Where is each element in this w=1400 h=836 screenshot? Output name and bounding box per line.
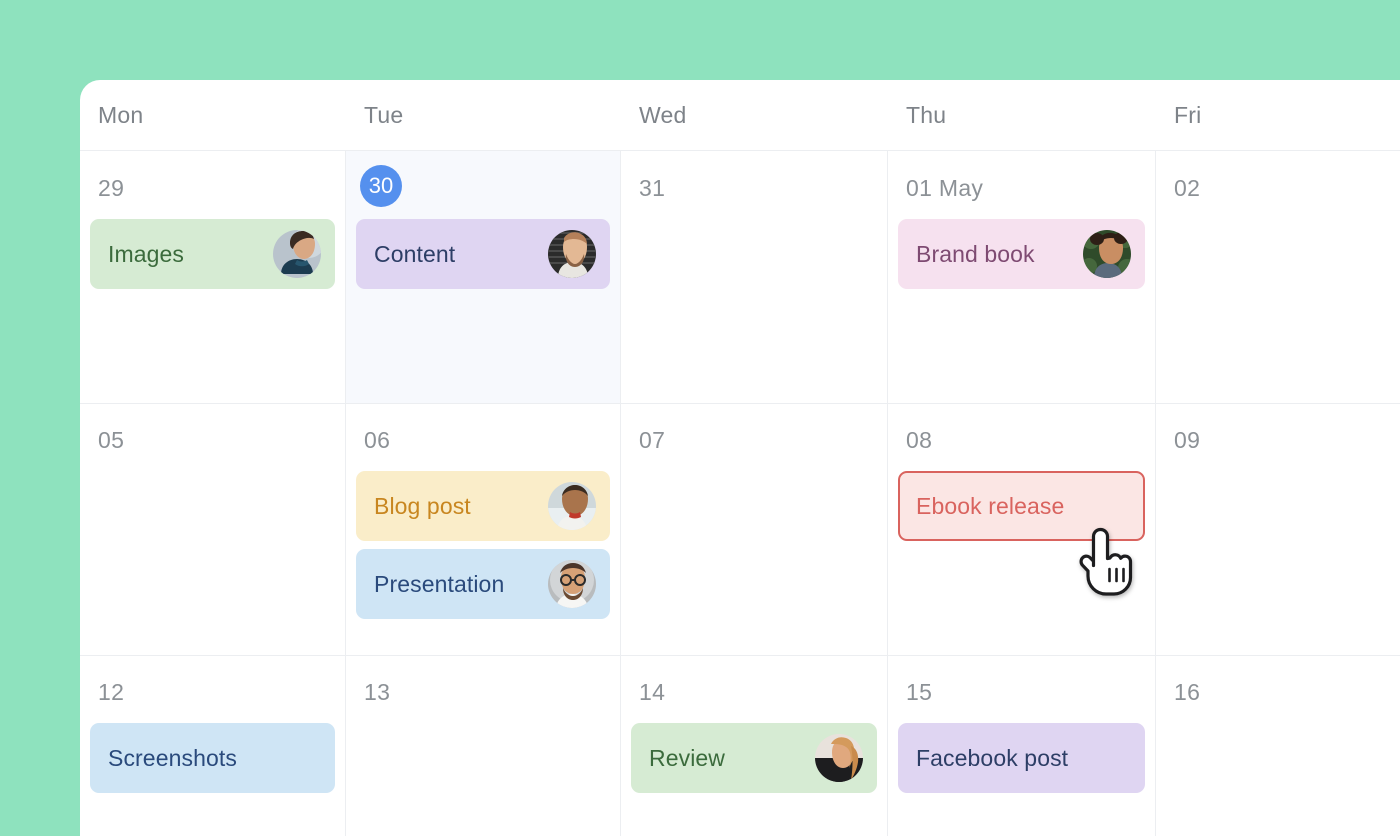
day-cell-14[interactable]: 14 Review bbox=[621, 655, 888, 836]
day-cell-01-may[interactable]: 01 May Brand book bbox=[888, 151, 1156, 403]
calendar-panel: Mon Tue Wed Thu Fri 29 Images 30 Content 31 01 … bbox=[80, 80, 1400, 836]
event-title: Blog post bbox=[374, 492, 471, 519]
day-number: 09 bbox=[1174, 427, 1201, 453]
avatar-young-man-curly bbox=[1083, 230, 1131, 278]
event-card[interactable]: Brand book bbox=[898, 219, 1145, 289]
weekday-header-thu: Thu bbox=[888, 80, 1156, 151]
day-cell-16[interactable]: 16 bbox=[1156, 655, 1400, 836]
weekday-header-mon: Mon bbox=[80, 80, 346, 151]
day-cell-09[interactable]: 09 bbox=[1156, 403, 1400, 655]
calendar-grid: 29 Images 30 Content 31 01 May Brand book bbox=[80, 151, 1400, 836]
event-list: Ebook release bbox=[898, 471, 1145, 541]
event-list: Content bbox=[356, 219, 610, 289]
avatar-woman-dark-hair bbox=[273, 230, 321, 278]
event-list: Screenshots bbox=[90, 723, 335, 793]
day-cell-31[interactable]: 31 bbox=[621, 151, 888, 403]
event-list: Brand book bbox=[898, 219, 1145, 289]
event-card[interactable]: Review bbox=[631, 723, 877, 793]
weekday-header-wed: Wed bbox=[621, 80, 888, 151]
day-cell-08[interactable]: 08 Ebook release bbox=[888, 403, 1156, 655]
event-list: Images bbox=[90, 219, 335, 289]
day-cell-05[interactable]: 05 bbox=[80, 403, 346, 655]
weekday-label: Fri bbox=[1174, 102, 1202, 128]
day-number: 06 bbox=[364, 427, 391, 453]
week-row: 29 Images 30 Content 31 01 May Brand book bbox=[80, 151, 1400, 403]
event-card[interactable]: Content bbox=[356, 219, 610, 289]
week-row: 12 Screenshots 13 14 Review 15 Facebook post 1… bbox=[80, 655, 1400, 836]
day-number: 15 bbox=[906, 679, 933, 705]
day-number: 13 bbox=[364, 679, 391, 705]
event-list: Review bbox=[631, 723, 877, 793]
day-number: 05 bbox=[98, 427, 125, 453]
event-title: Brand book bbox=[916, 240, 1035, 267]
day-number: 14 bbox=[639, 679, 666, 705]
weekday-header-row: Mon Tue Wed Thu Fri bbox=[80, 80, 1400, 151]
event-card[interactable]: Ebook release bbox=[898, 471, 1145, 541]
day-cell-13[interactable]: 13 bbox=[346, 655, 621, 836]
day-number: 12 bbox=[98, 679, 125, 705]
event-title: Screenshots bbox=[108, 744, 237, 771]
event-title: Review bbox=[649, 744, 726, 771]
avatar-man-short-hair bbox=[548, 482, 596, 530]
event-list: Facebook post bbox=[898, 723, 1145, 793]
avatar-woman-blonde bbox=[815, 734, 863, 782]
event-title: Presentation bbox=[374, 570, 505, 597]
event-title: Facebook post bbox=[916, 744, 1069, 771]
avatar-man-beard bbox=[548, 230, 596, 278]
weekday-label: Wed bbox=[639, 102, 687, 128]
event-card[interactable]: Blog post bbox=[356, 471, 610, 541]
day-number: 29 bbox=[98, 175, 125, 201]
event-title: Content bbox=[374, 240, 456, 267]
day-number: 31 bbox=[639, 175, 666, 201]
day-number: 07 bbox=[639, 427, 666, 453]
day-number: 02 bbox=[1174, 175, 1201, 201]
day-cell-15[interactable]: 15 Facebook post bbox=[888, 655, 1156, 836]
weekday-label: Mon bbox=[98, 102, 144, 128]
day-cell-12[interactable]: 12 Screenshots bbox=[80, 655, 346, 836]
event-card[interactable]: Facebook post bbox=[898, 723, 1145, 793]
event-card[interactable]: Images bbox=[90, 219, 335, 289]
event-card[interactable]: Presentation bbox=[356, 549, 610, 619]
weekday-label: Tue bbox=[364, 102, 404, 128]
event-card[interactable]: Screenshots bbox=[90, 723, 335, 793]
weekday-header-tue: Tue bbox=[346, 80, 621, 151]
event-title: Images bbox=[108, 240, 185, 267]
day-number: 01 May bbox=[906, 175, 984, 201]
day-number: 08 bbox=[906, 427, 933, 453]
event-list: Blog post Presentation bbox=[356, 471, 610, 619]
day-cell-07[interactable]: 07 bbox=[621, 403, 888, 655]
weekday-header-fri: Fri bbox=[1156, 80, 1400, 151]
day-cell-06[interactable]: 06 Blog post Presentation bbox=[346, 403, 621, 655]
event-title: Ebook release bbox=[916, 492, 1065, 519]
day-cell-30[interactable]: 30 Content bbox=[346, 151, 621, 403]
today-date-badge: 30 bbox=[360, 165, 402, 207]
day-number: 16 bbox=[1174, 679, 1201, 705]
week-row: 05 06 Blog post Presentation 07 08 Ebook rel… bbox=[80, 403, 1400, 655]
day-cell-02[interactable]: 02 bbox=[1156, 151, 1400, 403]
weekday-label: Thu bbox=[906, 102, 947, 128]
day-cell-29[interactable]: 29 Images bbox=[80, 151, 346, 403]
avatar-man-glasses bbox=[548, 560, 596, 608]
